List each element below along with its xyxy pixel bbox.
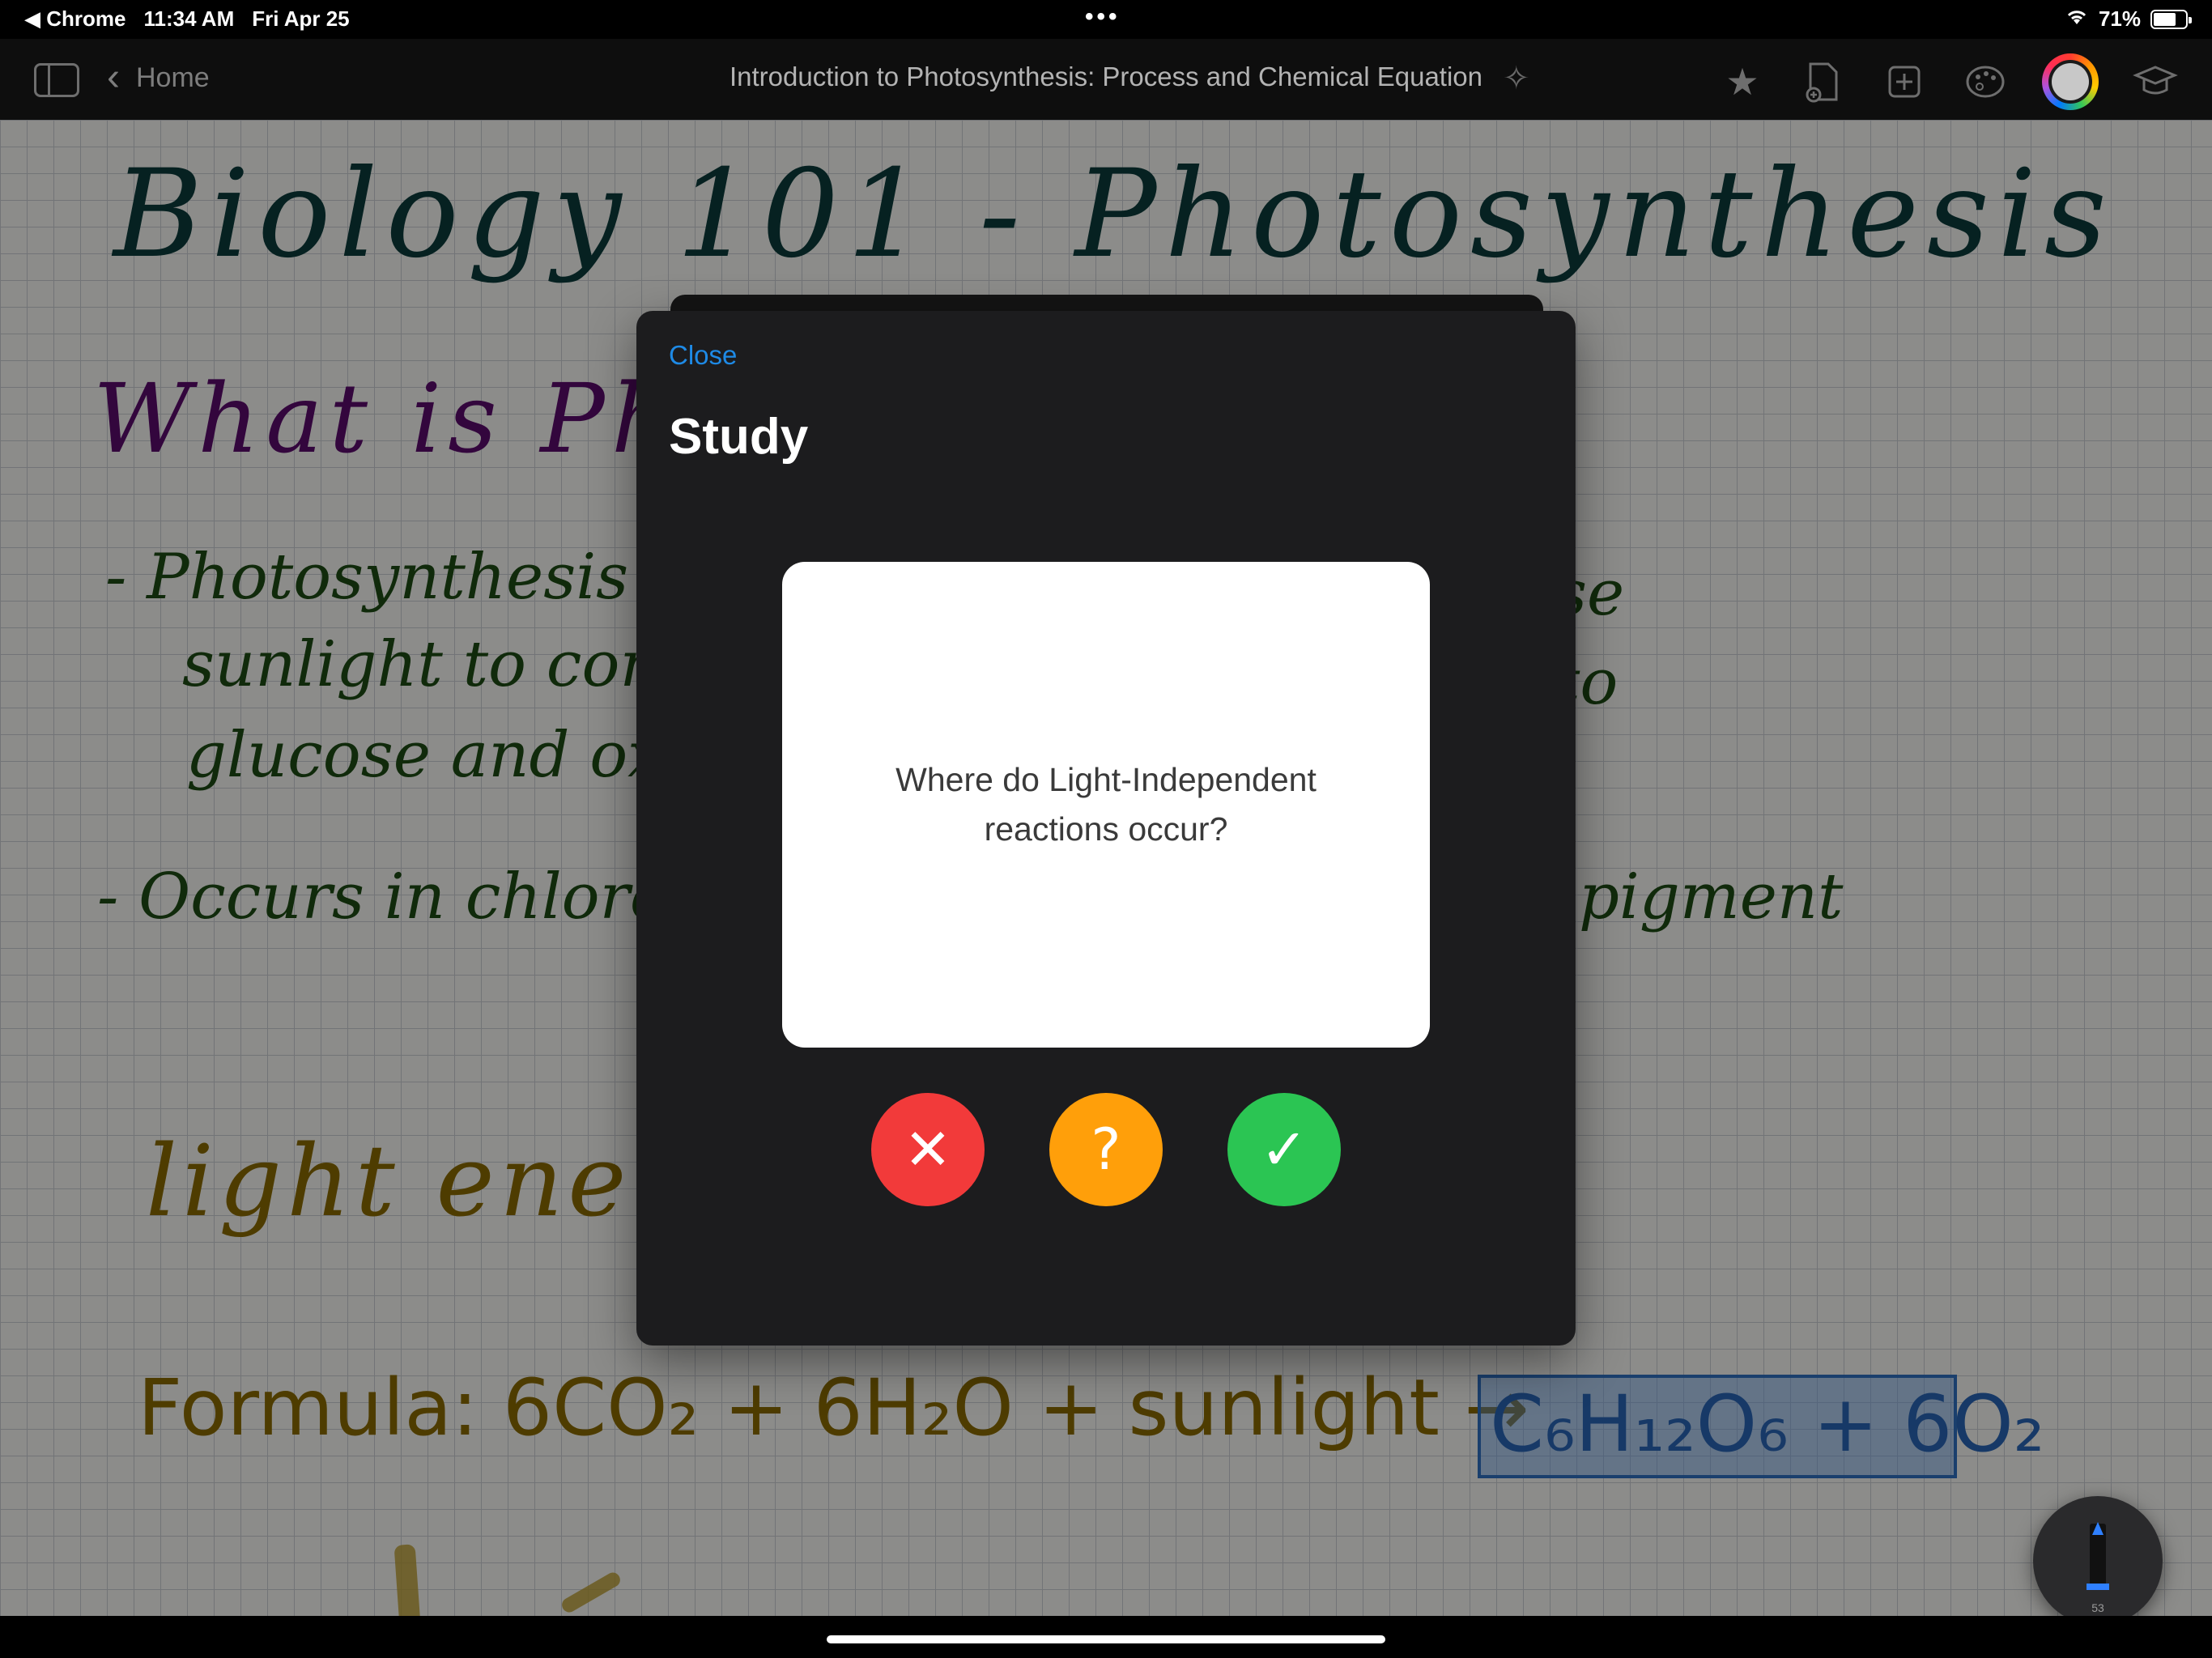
color-picker-icon[interactable] — [2042, 53, 2099, 110]
app-root: ◀ Chrome 11:34 AM Fri Apr 25 ••• 71% ‹ H… — [0, 0, 2212, 1658]
magic-wand-icon[interactable]: ✧ — [1503, 60, 1530, 97]
pencil-band — [2087, 1584, 2109, 1590]
star-icon[interactable]: ★ — [1718, 57, 1767, 106]
battery-fill — [2154, 12, 2176, 26]
current-color-swatch — [2052, 63, 2089, 100]
battery-icon — [2150, 9, 2192, 29]
answer-buttons: ✕ ? ✓ — [871, 1093, 1341, 1206]
checkmark-icon: ✓ — [1260, 1116, 1308, 1183]
status-time: 11:34 AM — [143, 6, 235, 31]
close-icon: ✕ — [904, 1116, 952, 1183]
add-page-icon[interactable] — [1799, 57, 1848, 106]
add-box-icon[interactable] — [1880, 57, 1929, 106]
status-right: 71% — [2065, 6, 2192, 32]
back-to-app-link[interactable]: ◀ Chrome — [24, 6, 125, 32]
status-bar: ◀ Chrome 11:34 AM Fri Apr 25 ••• 71% — [0, 0, 2212, 39]
color-picker-inner — [2048, 60, 2092, 104]
document-toolbar: ‹ Home Introduction to Photosynthesis: P… — [0, 39, 2212, 120]
palette-icon[interactable] — [1961, 57, 2010, 106]
study-cap-icon[interactable] — [2131, 57, 2180, 106]
flashcard-question: Where do Light-Independent reactions occ… — [895, 761, 1317, 848]
pencil-tool-button[interactable]: 53 — [2033, 1496, 2163, 1626]
study-modal: Close Study Where do Light-Independent r… — [636, 311, 1576, 1346]
status-left: ◀ Chrome 11:34 AM Fri Apr 25 — [24, 6, 350, 32]
wrong-answer-button[interactable]: ✕ — [871, 1093, 985, 1206]
home-area — [0, 1616, 2212, 1658]
pencil-tip — [2092, 1522, 2104, 1535]
unsure-answer-button[interactable]: ? — [1049, 1093, 1163, 1206]
battery-percent: 71% — [2098, 6, 2141, 31]
home-indicator[interactable] — [827, 1635, 1385, 1643]
status-date: Fri Apr 25 — [252, 6, 350, 31]
multitasking-dots-icon[interactable]: ••• — [1085, 3, 1121, 31]
correct-answer-button[interactable]: ✓ — [1227, 1093, 1341, 1206]
flashcard[interactable]: Where do Light-Independent reactions occ… — [782, 562, 1430, 1048]
question-mark-icon: ? — [1091, 1116, 1121, 1183]
close-button[interactable]: Close — [669, 340, 737, 371]
wifi-icon — [2065, 6, 2089, 32]
toolbar-right: ★ — [1718, 53, 2180, 110]
modal-title: Study — [669, 409, 809, 465]
pencil-size-label: 53 — [2091, 1601, 2104, 1614]
